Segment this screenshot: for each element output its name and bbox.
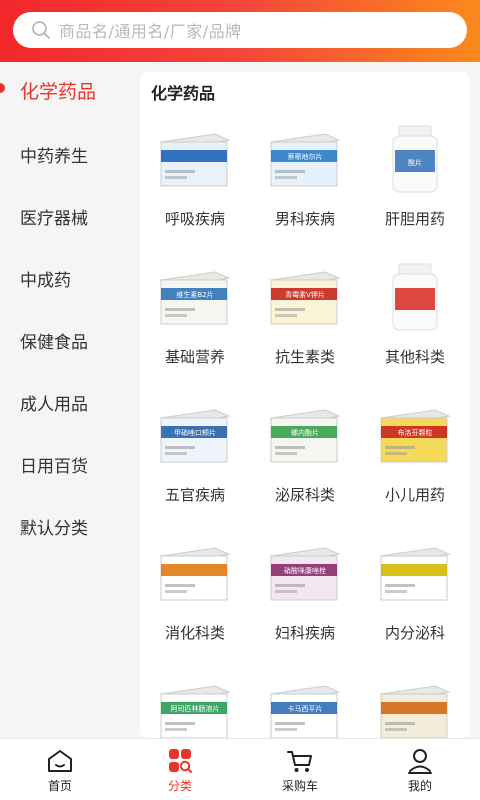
panel-title: 化学药品 xyxy=(151,84,216,103)
subcategory-label: 基础营养 xyxy=(164,348,225,366)
subcategory-item[interactable]: 消化科类 xyxy=(140,526,250,664)
medicine-bottle-icon: 酸片 xyxy=(392,125,438,193)
subcategory-label: 消化科类 xyxy=(164,624,225,642)
medicine-box-icon: 布洛芬颗粒 xyxy=(379,409,451,463)
medicine-bottle-icon xyxy=(392,263,438,331)
sidebar-item-adult-products[interactable]: 成人用品 xyxy=(0,371,128,433)
medicine-box-icon xyxy=(379,547,451,601)
search-input[interactable]: 商品名/通用名/厂家/品牌 xyxy=(13,12,467,48)
subcategory-item[interactable]: 青霉素V钾片抗生素类 xyxy=(250,250,360,388)
product-package-text: 酸片 xyxy=(408,158,422,167)
subcategory-item[interactable]: 维生素B2片基础营养 xyxy=(140,250,250,388)
sidebar-item-patent-medicine[interactable]: 中成药 xyxy=(0,247,128,309)
tab-label: 分类 xyxy=(167,779,192,793)
subcategory-label: 五官疾病 xyxy=(164,486,225,504)
subcategory-item[interactable]: 布洛芬颗粒 小儿用药 xyxy=(360,388,470,526)
tab-label: 首页 xyxy=(47,779,72,793)
subcategory-label: 小儿用药 xyxy=(384,486,445,504)
product-package-text: 卡马西平片 xyxy=(288,704,323,713)
medicine-box-icon: 萘哌地尔片 xyxy=(269,133,341,187)
subcategory-label: 呼吸疾病 xyxy=(164,210,225,228)
header-bar: 商品名/通用名/厂家/品牌 xyxy=(0,0,480,62)
sidebar-item-chemical-drugs[interactable]: 化学药品 xyxy=(0,62,128,118)
product-package-text: 甲硝唑口颊片 xyxy=(174,428,216,437)
sidebar-item-label: 医疗器械 xyxy=(20,208,88,229)
subcategory-item[interactable]: 内分泌科 xyxy=(360,526,470,664)
subcategory-label: 妇科疾病 xyxy=(274,624,335,642)
tab-category[interactable]: 分类 xyxy=(120,739,240,800)
medicine-box-icon: 螺内酯片 xyxy=(269,409,341,463)
tab-label: 我的 xyxy=(407,779,432,793)
subcategory-item[interactable]: 阿司匹林肠溶片 xyxy=(140,664,250,738)
product-package-text: 阿司匹林肠溶片 xyxy=(171,704,220,713)
product-package-text: 萘哌地尔片 xyxy=(288,152,323,161)
sidebar-item-health-food[interactable]: 保健食品 xyxy=(0,309,128,371)
subcategory-item[interactable]: 酸片 肝胆用药 xyxy=(360,112,470,250)
subcategory-item[interactable]: 硝酸咪康唑栓妇科疾病 xyxy=(250,526,360,664)
sidebar-item-label: 化学药品 xyxy=(20,80,97,103)
home-icon xyxy=(48,750,72,772)
tab-label: 采购车 xyxy=(281,779,318,793)
subcategory-item[interactable]: 呼吸疾病 xyxy=(140,112,250,250)
tab-cart[interactable]: 采购车 xyxy=(240,739,360,800)
sidebar-item-label: 日用百货 xyxy=(20,456,88,477)
subcategory-label: 内分泌科 xyxy=(384,624,445,642)
medicine-box-icon: 甲硝唑口颊片 xyxy=(159,409,231,463)
product-package-text: 维生素B2片 xyxy=(176,290,213,299)
sidebar-item-medical-devices[interactable]: 医疗器械 xyxy=(0,185,128,247)
subcategory-item[interactable]: 萘哌地尔片 男科疾病 xyxy=(250,112,360,250)
medicine-box-icon xyxy=(379,685,451,738)
sidebar-item-label: 中药养生 xyxy=(20,146,88,167)
sidebar-item-default[interactable]: 默认分类 xyxy=(0,495,128,557)
product-package-text: 硝酸咪康唑栓 xyxy=(284,566,326,575)
subcategory-label: 男科疾病 xyxy=(274,210,335,228)
tab-home[interactable]: 首页 xyxy=(0,739,120,800)
subcategory-item[interactable]: 甲硝唑口颊片五官疾病 xyxy=(140,388,250,526)
medicine-box-icon: 硝酸咪康唑栓 xyxy=(269,547,341,601)
subcategory-label: 泌尿科类 xyxy=(274,486,335,504)
subcategory-item[interactable] xyxy=(360,664,470,738)
user-icon xyxy=(408,749,432,774)
product-package-text: 青霉素V钾片 xyxy=(285,290,325,299)
subcategory-label: 肝胆用药 xyxy=(384,210,445,228)
cart-icon xyxy=(287,751,312,772)
subcategory-item[interactable]: 螺内酯片 泌尿科类 xyxy=(250,388,360,526)
medicine-box-icon xyxy=(159,547,231,601)
sidebar-item-label: 成人用品 xyxy=(20,394,88,415)
medicine-box-icon xyxy=(159,133,231,187)
medicine-box-icon: 青霉素V钾片 xyxy=(269,271,341,325)
subcategory-label: 其他科类 xyxy=(384,348,445,366)
subcategory-label: 抗生素类 xyxy=(274,348,335,366)
tab-profile[interactable]: 我的 xyxy=(360,739,480,800)
medicine-box-icon: 维生素B2片 xyxy=(159,271,231,325)
category-sidebar: 化学药品 中药养生 医疗器械 中成药 保健食品 成人用品 日用百货 默认分类 xyxy=(0,62,128,738)
medicine-box-icon: 卡马西平片 xyxy=(269,685,341,738)
category-icon xyxy=(169,749,192,773)
subcategory-item[interactable]: 卡马西平片 xyxy=(250,664,360,738)
search-icon xyxy=(32,21,50,39)
bottom-tab-bar: 首页 分类 采购车 我的 xyxy=(0,738,480,800)
app-root: 商品名/通用名/厂家/品牌 化学药品 中药养生 医疗器械 中成药 保健食品 成人… xyxy=(0,0,480,800)
product-package-text: 螺内酯片 xyxy=(291,428,319,437)
search-placeholder: 商品名/通用名/厂家/品牌 xyxy=(59,22,242,41)
sidebar-item-label: 保健食品 xyxy=(20,332,88,353)
subcategory-item[interactable]: 其他科类 xyxy=(360,250,470,388)
sidebar-item-label: 中成药 xyxy=(20,270,71,291)
medicine-box-icon: 阿司匹林肠溶片 xyxy=(159,685,231,738)
sidebar-item-tcm-wellness[interactable]: 中药养生 xyxy=(0,123,128,185)
product-package-text: 布洛芬颗粒 xyxy=(398,428,433,437)
sidebar-item-daily-goods[interactable]: 日用百货 xyxy=(0,433,128,495)
subcategory-panel: 化学药品 呼吸疾病 萘哌地尔片 男科疾病 酸片 肝胆用药 维生素B2片 基础营养 青霉素V钾片… xyxy=(140,72,470,738)
sidebar-item-label: 默认分类 xyxy=(20,518,88,539)
